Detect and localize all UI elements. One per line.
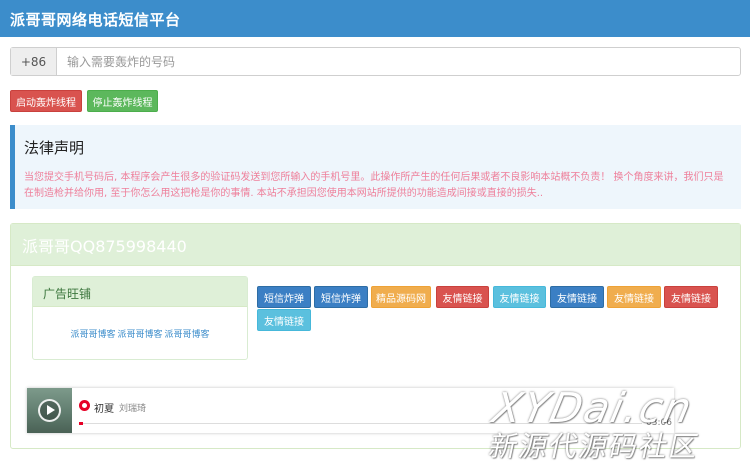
country-code-addon: +86 xyxy=(11,48,57,75)
start-thread-button[interactable]: 启动轰炸线程 xyxy=(10,90,82,112)
ad-box: 广告旺铺 派哥哥博客 派哥哥博客 派哥哥博客 xyxy=(32,276,248,360)
link-button-friend-6[interactable]: 友情链接 xyxy=(257,309,311,331)
stop-thread-button[interactable]: 停止轰炸线程 xyxy=(87,90,158,112)
link-button-sms-bomb-2[interactable]: 短信炸弹 xyxy=(314,286,368,308)
ad-links: 派哥哥博客 派哥哥博客 派哥哥博客 xyxy=(33,327,247,340)
links-panel: 派哥哥QQ875998440 广告旺铺 派哥哥博客 派哥哥博客 派哥哥博客 短信炸弹… xyxy=(10,223,741,449)
progress-played xyxy=(79,422,83,425)
link-button-source-site[interactable]: 精品源码网 xyxy=(371,286,431,308)
music-player: 初夏 - 刘瑞琦 03:06 xyxy=(27,388,674,433)
panel-title: 派哥哥QQ875998440 xyxy=(22,237,187,256)
panel-header: 派哥哥QQ875998440 xyxy=(11,224,740,266)
legal-notice: 法律声明 当您提交手机号码后, 本程序会产生很多的验证码发送到您所输入的手机号里… xyxy=(10,125,741,209)
song-artist: 刘瑞琦 xyxy=(119,404,147,414)
link-button-sms-bomb-1[interactable]: 短信炸弹 xyxy=(257,286,311,308)
link-button-friend-1[interactable]: 友情链接 xyxy=(436,286,489,308)
netease-music-icon xyxy=(79,400,90,411)
link-button-friend-4[interactable]: 友情链接 xyxy=(607,286,661,308)
ad-box-title: 广告旺铺 xyxy=(43,287,92,301)
ad-link[interactable]: 派哥哥博客 xyxy=(117,330,162,340)
top-bar: 派哥哥网络电话短信平台 xyxy=(0,0,750,37)
ad-box-header: 广告旺铺 xyxy=(33,277,247,307)
legal-heading: 法律声明 xyxy=(24,139,85,157)
legal-text: 当您提交手机号码后, 本程序会产生很多的验证码发送到您所输入的手机号里。此操作所… xyxy=(24,172,724,199)
album-cover xyxy=(27,388,72,433)
phone-number-input[interactable] xyxy=(57,48,740,75)
play-icon[interactable] xyxy=(38,399,61,422)
link-button-friend-2[interactable]: 友情链接 xyxy=(493,286,546,308)
app-title: 派哥哥网络电话短信平台 xyxy=(10,11,181,29)
link-button-friend-3[interactable]: 友情链接 xyxy=(550,286,604,308)
link-button-friend-5[interactable]: 友情链接 xyxy=(664,286,718,308)
phone-input-group: +86 xyxy=(10,47,741,76)
ad-link[interactable]: 派哥哥博客 xyxy=(165,330,210,340)
title-separator: - xyxy=(111,400,115,410)
progress-track[interactable] xyxy=(79,423,642,424)
ad-link[interactable]: 派哥哥博客 xyxy=(70,330,115,340)
song-duration: 03:06 xyxy=(646,418,672,428)
